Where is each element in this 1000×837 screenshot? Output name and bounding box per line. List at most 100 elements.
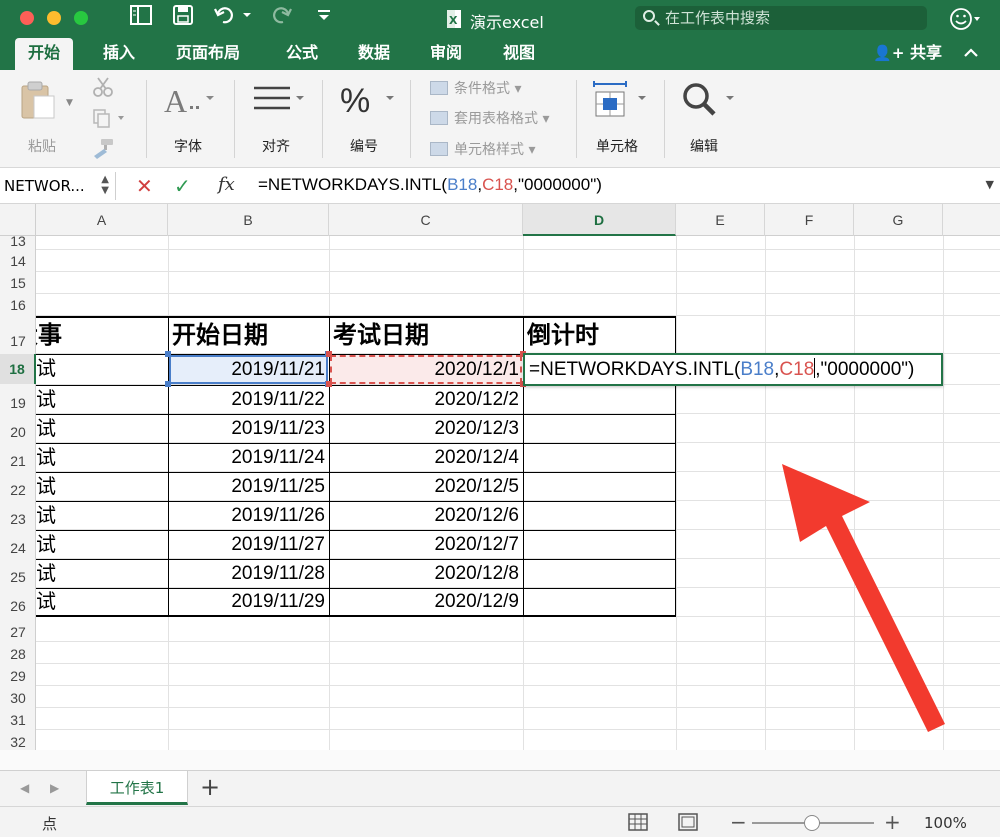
cell-d18-editor[interactable]: =NETWORKDAYS.INTL(B18,C18,"0000000") [523,353,943,386]
cell-styles-button[interactable]: 单元格样式 ▾ [430,139,535,159]
column-header-g[interactable]: G [854,204,943,236]
row-header-20[interactable]: 20 [0,414,36,443]
row-header-27[interactable]: 27 [0,619,36,641]
next-sheet-icon[interactable]: ▶ [50,781,59,795]
row-header-29[interactable]: 29 [0,663,36,685]
cell-b17[interactable]: 开始日期 [168,318,329,354]
row-header-31[interactable]: 31 [0,707,36,729]
row-header-22[interactable]: 22 [0,472,36,501]
cell-b25[interactable]: 2019/11/28 [168,560,329,588]
cell-b23[interactable]: 2019/11/26 [168,502,329,530]
cell-b20[interactable]: 2019/11/23 [168,415,329,443]
column-header-b[interactable]: B [168,204,329,236]
tab-view[interactable]: 视图 [503,38,535,70]
cell-b21[interactable]: 2019/11/24 [168,444,329,472]
zoom-in-icon[interactable]: + [884,810,901,834]
row-header-13[interactable]: 13 [0,234,36,248]
cell-a24[interactable]: 试 [36,531,168,559]
format-painter-icon[interactable] [92,138,114,164]
prev-sheet-icon[interactable]: ◀ [20,781,29,795]
cell-a25[interactable]: 试 [36,560,168,588]
page-layout-view-icon[interactable] [678,813,698,835]
zoom-slider-thumb[interactable] [804,815,820,831]
zoom-window-button[interactable] [74,11,88,25]
cell-a18[interactable]: 试 [36,355,168,384]
table-format-button[interactable]: 套用表格格式 ▾ [430,108,549,128]
cell-a22[interactable]: 试 [36,473,168,501]
cell-a26[interactable]: 试 [36,589,168,615]
share-button[interactable]: 👤+ 共享 [873,38,942,68]
row-header-28[interactable]: 28 [0,641,36,663]
zoom-out-icon[interactable]: − [730,810,747,834]
spreadsheet-grid[interactable]: A B C D E F G 13 14 15 16 17 18 19 20 21… [0,204,1000,750]
row-header-14[interactable]: 14 [0,250,36,272]
column-header-c[interactable]: C [329,204,523,236]
edit-button[interactable]: 编辑 [680,80,740,160]
tab-formulas[interactable]: 公式 [286,38,318,70]
sheet-tab-1[interactable]: 工作表1 [86,771,188,805]
tab-page-layout[interactable]: 页面布局 [176,38,240,70]
row-header-32[interactable]: 32 [0,729,36,750]
cell-c25[interactable]: 2020/12/8 [329,560,523,588]
cell-a20[interactable]: 试 [36,415,168,443]
cell-c18[interactable]: 2020/12/1 [329,355,523,384]
row-header-24[interactable]: 24 [0,530,36,559]
row-header-30[interactable]: 30 [0,685,36,707]
undo-icon[interactable] [213,5,253,31]
font-button[interactable]: A 字体 [160,80,218,160]
cell-b18[interactable]: 2019/11/21 [168,355,329,384]
sidebar-toggle-icon[interactable] [130,5,152,31]
row-header-17[interactable]: 17 [0,316,36,352]
column-header-a[interactable]: A [36,204,168,236]
horizontal-scroll-area[interactable] [0,750,1000,770]
cell-a19[interactable]: 试 [36,386,168,414]
cell-c26[interactable]: 2020/12/9 [329,589,523,615]
cell-a17[interactable]: 大事 [36,318,168,354]
close-window-button[interactable] [20,11,34,25]
cell-c17[interactable]: 考试日期 [329,318,523,354]
insert-function-button[interactable]: fx [218,174,235,195]
number-button[interactable]: % 编号 [338,80,398,160]
cell-b26[interactable]: 2019/11/29 [168,589,329,615]
minimize-window-button[interactable] [47,11,61,25]
enter-formula-icon[interactable]: ✓ [174,174,191,198]
sheet-search-input[interactable]: 在工作表中搜索 [635,6,927,30]
column-header-d[interactable]: D [523,204,676,236]
name-box-stepper-icon[interactable]: ▲ ▼ [101,174,109,196]
cell-a21[interactable]: 试 [36,444,168,472]
formula-input[interactable]: =NETWORKDAYS.INTL(B18,C18,"0000000") [258,175,602,195]
tab-data[interactable]: 数据 [358,38,390,70]
row-header-25[interactable]: 25 [0,559,36,588]
cut-icon[interactable] [92,76,114,102]
row-header-18[interactable]: 18 [0,354,36,384]
cell-c24[interactable]: 2020/12/7 [329,531,523,559]
row-header-26[interactable]: 26 [0,588,36,617]
save-icon[interactable] [172,5,194,31]
tab-home[interactable]: 开始 [15,38,74,70]
customize-toolbar-icon[interactable] [316,5,332,31]
tab-review[interactable]: 审阅 [430,38,462,70]
cell-b19[interactable]: 2019/11/22 [168,386,329,414]
cell-a23[interactable]: 试 [36,502,168,530]
row-header-19[interactable]: 19 [0,385,36,414]
cell-d17[interactable]: 倒计时 [523,318,676,354]
smiley-feedback-icon[interactable] [950,7,980,35]
collapse-ribbon-icon[interactable] [964,38,978,68]
tab-insert[interactable]: 插入 [103,38,135,70]
paste-button[interactable]: 粘贴 [18,80,66,160]
name-box[interactable]: NETWOR... ▲ ▼ [0,172,116,200]
cell-c22[interactable]: 2020/12/5 [329,473,523,501]
row-header-21[interactable]: 21 [0,443,36,472]
column-header-f[interactable]: F [765,204,854,236]
align-button[interactable]: 对齐 [250,80,310,160]
normal-view-icon[interactable] [628,813,648,835]
cell-c20[interactable]: 2020/12/3 [329,415,523,443]
select-all-corner[interactable] [0,204,36,236]
cell-c21[interactable]: 2020/12/4 [329,444,523,472]
row-header-23[interactable]: 23 [0,501,36,530]
cancel-formula-icon[interactable]: ✕ [136,174,153,198]
conditional-format-button[interactable]: 条件格式 ▾ [430,78,521,98]
copy-icon[interactable] [92,108,126,132]
cell-b24[interactable]: 2019/11/27 [168,531,329,559]
cell-c19[interactable]: 2020/12/2 [329,386,523,414]
